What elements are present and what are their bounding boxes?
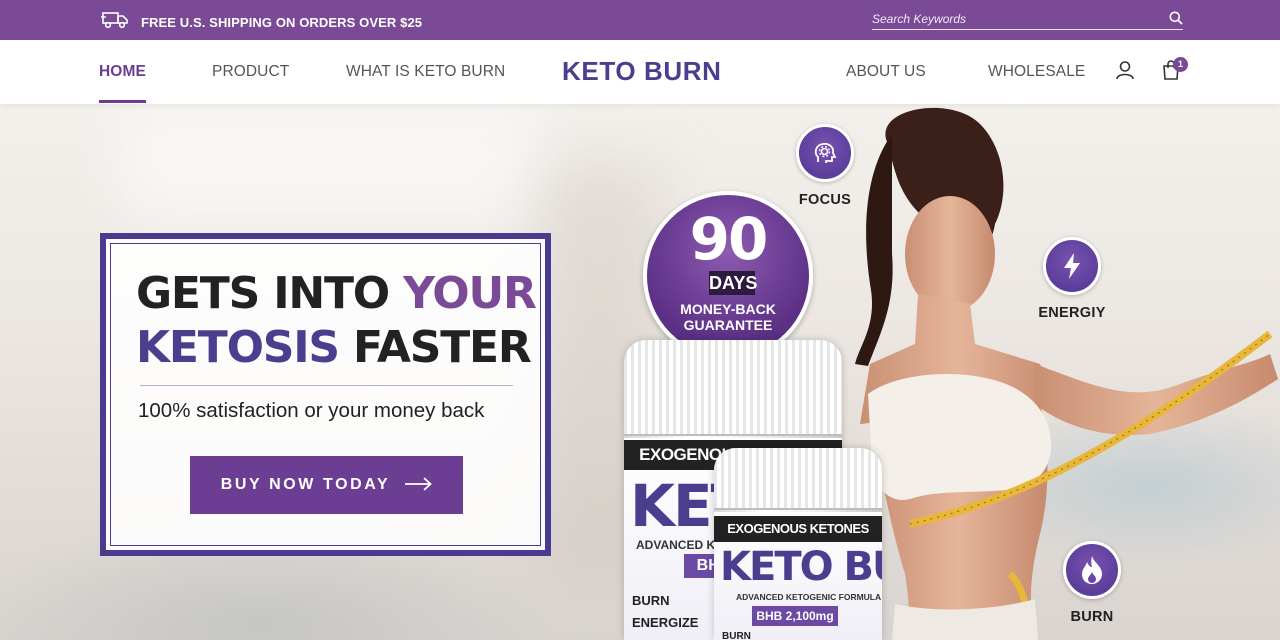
flame-icon <box>1063 541 1121 599</box>
benefit-label: FOCUS <box>798 192 852 208</box>
benefit-burn: BURN <box>1052 541 1132 625</box>
arrow-right-icon <box>404 476 433 494</box>
shipping-notice: FREE U.S. SHIPPING ON ORDERS OVER $25 <box>101 11 422 34</box>
nav-product[interactable]: PRODUCT <box>212 63 289 81</box>
guarantee-text: MONEY-BACK GUARANTEE <box>647 301 809 333</box>
headline-divider <box>140 385 513 386</box>
headline-highlight: YOUR <box>403 268 537 319</box>
nav-wholesale[interactable]: WHOLESALE <box>988 63 1085 81</box>
search-input[interactable] <box>872 9 1152 29</box>
bottle-features: BURN <box>722 626 751 640</box>
nav-what-is-keto-burn[interactable]: WHAT IS KETO BURN <box>346 63 505 81</box>
nav-home[interactable]: HOME <box>99 63 146 103</box>
money-back-guarantee-badge: 90 DAYS MONEY-BACK GUARANTEE <box>643 191 813 361</box>
benefit-label: BURN <box>1070 609 1114 625</box>
lightning-icon <box>1043 237 1101 295</box>
benefit-energy: ENERGIY <box>1032 237 1112 321</box>
nav-about-us[interactable]: ABOUT US <box>846 63 926 81</box>
promo-topbar: FREE U.S. SHIPPING ON ORDERS OVER $25 <box>0 0 1280 40</box>
hero-banner: GETS INTO YOUR KETOSIS FASTER 100% satis… <box>0 104 1280 640</box>
truck-icon <box>101 11 129 34</box>
cart-button[interactable]: 1 <box>1161 57 1188 86</box>
main-header: HOME PRODUCT WHAT IS KETO BURN KETO BURN… <box>0 40 1280 104</box>
site-logo[interactable]: KETO BURN <box>562 56 721 87</box>
guarantee-line-2: GUARANTEE <box>683 317 773 333</box>
search-icon[interactable] <box>1169 11 1183 30</box>
hero-text-box: GETS INTO YOUR KETOSIS FASTER 100% satis… <box>100 233 551 556</box>
bottle-features: BURN ENERGIZE <box>632 590 698 634</box>
bottle-formula: ADVANCED KETOGENIC FORMULA <box>736 592 882 602</box>
bottle-cap <box>624 340 842 436</box>
bottle-brand: KETO BURN <box>720 544 882 590</box>
shipping-text: FREE U.S. SHIPPING ON ORDERS OVER $25 <box>141 15 423 30</box>
feature-item: BURN <box>632 593 670 608</box>
feature-item: ENERGIZE <box>632 615 699 630</box>
hero-subheadline: 100% satisfaction or your money back <box>138 399 485 422</box>
guarantee-days-number: 90 <box>689 205 769 273</box>
buy-now-label: BUY NOW TODAY <box>220 476 391 493</box>
benefit-focus: FOCUS <box>785 124 865 208</box>
user-icon[interactable] <box>1115 60 1135 85</box>
bottle-formula: ADVANCED K <box>636 538 716 552</box>
bottle-cap <box>714 448 882 510</box>
buy-now-button[interactable]: BUY NOW TODAY <box>190 456 463 514</box>
guarantee-days-unit: DAYS <box>709 271 758 295</box>
feature-item: BURN <box>722 631 751 640</box>
cart-count-badge: 1 <box>1173 57 1188 72</box>
headline-highlight: KETOSIS <box>136 322 340 373</box>
search-bar <box>872 9 1183 30</box>
benefit-label: ENERGIY <box>1038 305 1106 321</box>
headline-part: FASTER <box>338 322 532 373</box>
guarantee-line-1: MONEY-BACK <box>680 301 776 317</box>
background-blur-top <box>120 104 540 224</box>
bottle-top-label: EXOGENOUS KETONES <box>714 516 882 542</box>
headline-part: GETS INTO <box>136 268 404 319</box>
hero-headline: GETS INTO YOUR KETOSIS FASTER <box>136 267 537 375</box>
bottle-bhb: BHB 2,100mg <box>752 606 838 626</box>
product-bottle-front: EXOGENOUS KETONES KETO BURN ADVANCED KET… <box>714 448 882 640</box>
brain-gear-icon <box>796 124 854 182</box>
